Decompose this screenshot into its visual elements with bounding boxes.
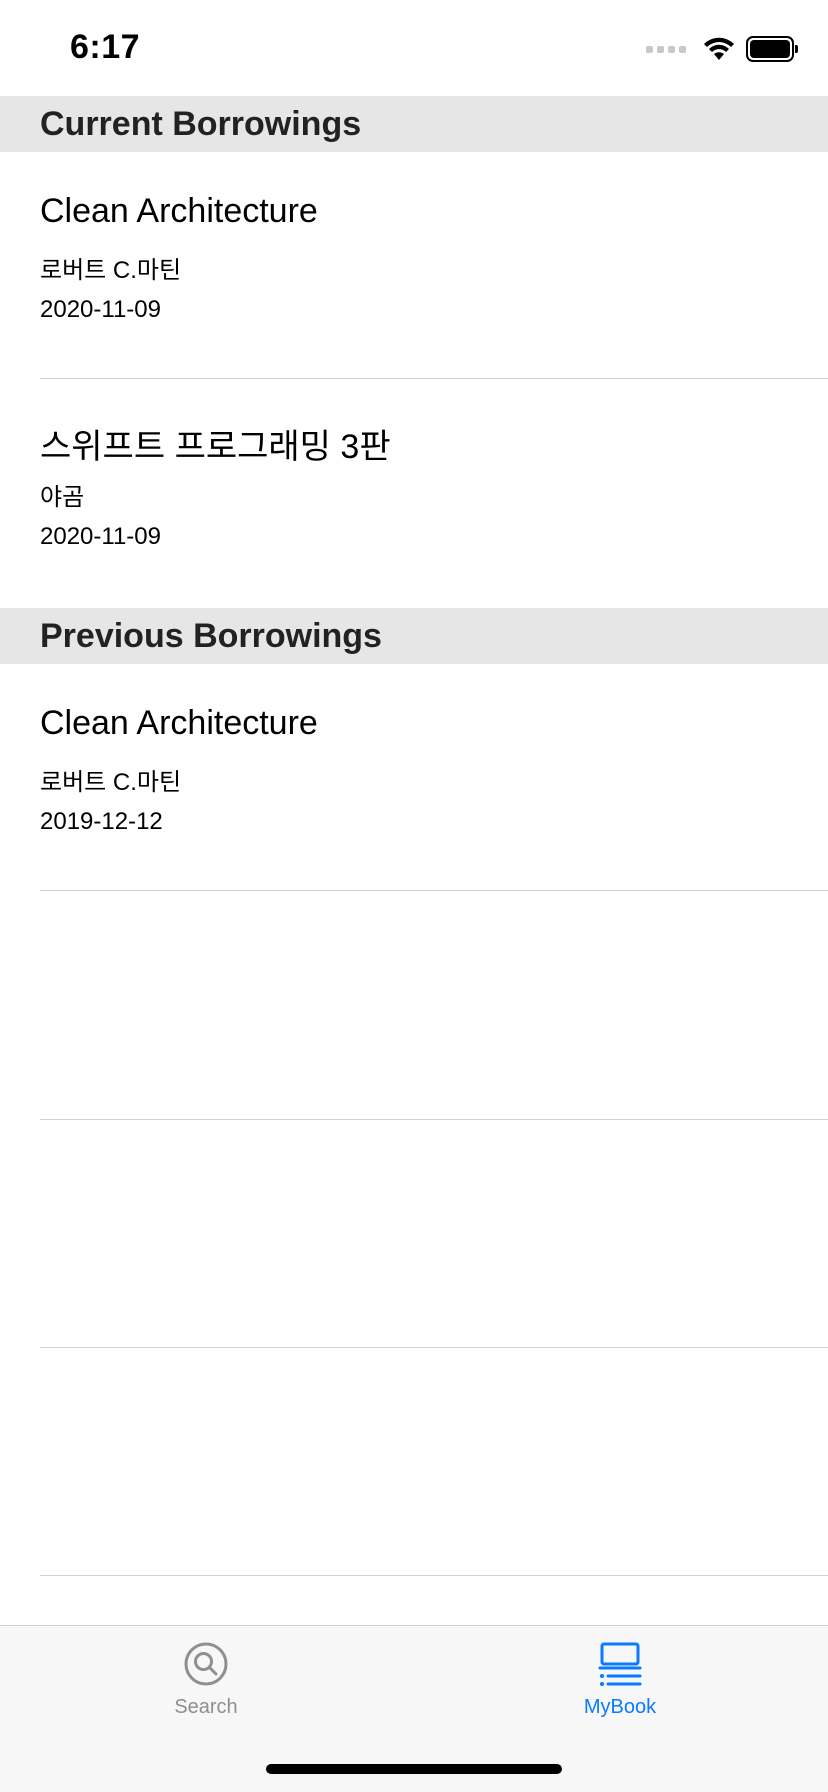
book-cell[interactable]: 스위프트 프로그래밍 3판 야곰 2020-11-09 [0, 379, 828, 607]
tab-mybook[interactable]: MyBook [520, 1640, 720, 1730]
tab-label: Search [174, 1696, 238, 1718]
status-icons [646, 34, 798, 64]
borrow-date: 2019-12-12 [40, 808, 163, 835]
laptop-list-icon [598, 1642, 642, 1686]
borrow-date: 2020-11-09 [40, 296, 161, 323]
borrow-date: 2020-11-09 [40, 523, 161, 550]
battery-icon [746, 36, 798, 62]
empty-row-separator [40, 1119, 828, 1120]
book-title: 스위프트 프로그래밍 3판 [40, 428, 391, 466]
book-author: 로버트 C.마틴 [40, 769, 182, 796]
status-time: 6:17 [70, 28, 141, 66]
book-title: Clean Architecture [40, 192, 318, 230]
tab-label: MyBook [583, 1696, 657, 1718]
home-indicator [266, 1764, 562, 1774]
cellular-signal-icon [646, 45, 686, 53]
book-title: Clean Architecture [40, 704, 318, 742]
section-header-current: Current Borrowings [0, 96, 828, 152]
wifi-icon [704, 37, 734, 60]
book-author: 로버트 C.마틴 [40, 257, 182, 284]
book-author: 야곰 [40, 484, 85, 511]
tab-search[interactable]: Search [106, 1640, 306, 1730]
section-header-previous: Previous Borrowings [0, 608, 828, 664]
cell-separator [40, 890, 828, 891]
empty-row-separator [40, 1347, 828, 1348]
search-icon [184, 1642, 228, 1686]
book-cell[interactable]: Clean Architecture 로버트 C.마틴 2019-12-12 [0, 664, 828, 892]
status-bar: 6:17 [0, 0, 828, 96]
mybook-screen: 6:17 Current Borrowings Clean Architectu… [0, 0, 828, 1792]
book-cell[interactable]: Clean Architecture 로버트 C.마틴 2020-11-09 [0, 152, 828, 380]
empty-row-separator [40, 1575, 828, 1576]
